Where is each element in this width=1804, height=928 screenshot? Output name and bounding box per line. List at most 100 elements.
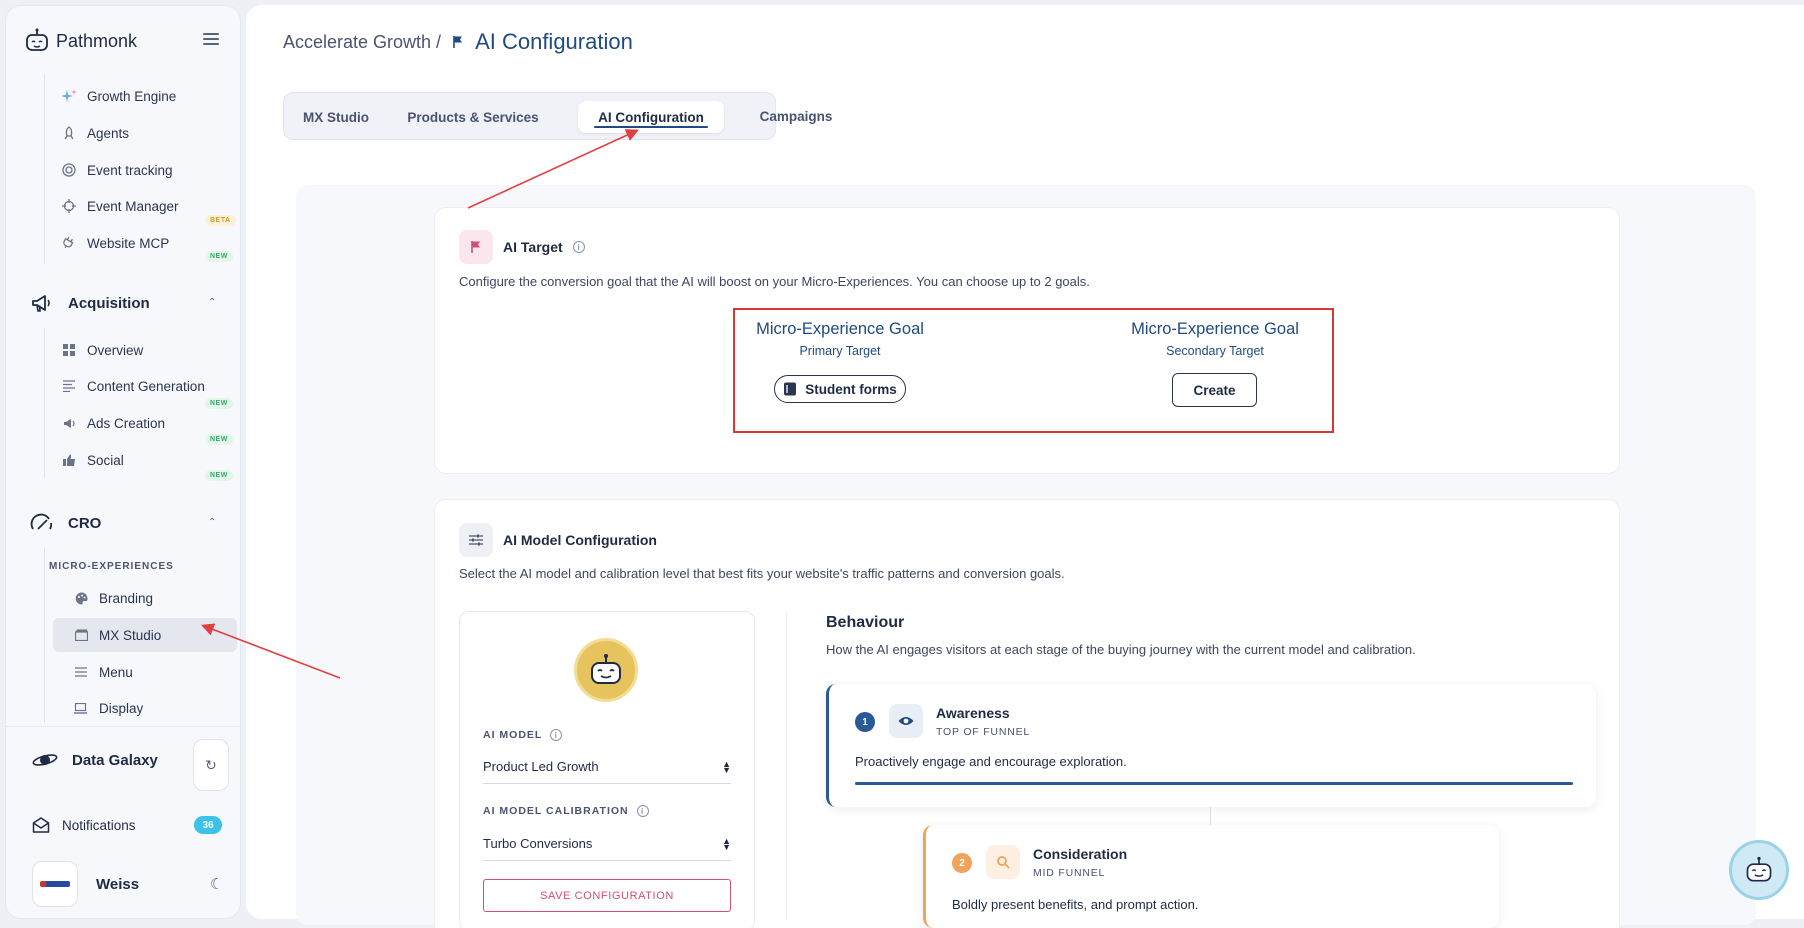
stage-name: Awareness xyxy=(936,705,1010,721)
target-icon xyxy=(61,162,77,178)
sidebar-item-mx-studio[interactable]: MX Studio xyxy=(73,627,161,643)
brand[interactable]: Pathmonk xyxy=(24,28,137,54)
magnifier-icon xyxy=(986,845,1020,879)
sidebar-item-label: Agents xyxy=(87,125,130,141)
stage-consideration[interactable]: 2 Consideration MID FUNNEL Boldly presen… xyxy=(923,825,1499,928)
flag-icon xyxy=(459,230,493,264)
sidebar-item-agents[interactable]: Agents xyxy=(61,125,129,141)
stage-funnel: TOP OF FUNNEL xyxy=(936,726,1031,738)
section-acquisition[interactable]: Acquisition xyxy=(30,291,150,315)
sidebar: Pathmonk Growth Engine Agents Event trac… xyxy=(5,5,241,919)
sidebar-item-website-mcp[interactable]: Website MCP xyxy=(61,235,169,251)
ai-target-title: AI Target i xyxy=(459,230,585,264)
sliders-icon xyxy=(459,523,493,557)
save-configuration-button[interactable]: SAVE CONFIGURATION xyxy=(483,879,731,912)
sidebar-item-label: Content Generation xyxy=(87,378,205,394)
sidebar-item-label: MX Studio xyxy=(99,627,162,643)
goal-subtitle: Secondary Target xyxy=(1166,344,1264,358)
avatar xyxy=(32,861,78,907)
data-galaxy-link[interactable]: Data Galaxy xyxy=(32,750,158,770)
nav-guide-line xyxy=(44,548,45,723)
tab-products-services[interactable]: Products & Services xyxy=(388,101,558,133)
pathmonk-logo-icon xyxy=(26,28,48,51)
crosshair-icon xyxy=(61,198,77,214)
tab-mx-studio[interactable]: MX Studio xyxy=(292,101,380,133)
ai-model-label: AI MODEL i xyxy=(483,729,563,741)
chevron-up-icon[interactable]: ⌃ xyxy=(208,297,218,308)
sort-arrows-icon: ▲ ▼ xyxy=(722,758,731,775)
sidebar-divider xyxy=(6,726,240,727)
sidebar-item-growth-engine[interactable]: Growth Engine xyxy=(61,88,176,104)
ai-model-calibration-select[interactable]: Turbo Conversions ▲ ▼ xyxy=(483,827,731,861)
sidebar-item-label: Event Manager xyxy=(87,198,179,214)
secondary-goal: Micro-Experience Goal Secondary Target xyxy=(1115,320,1315,358)
app-root: Pathmonk Growth Engine Agents Event trac… xyxy=(0,0,1804,928)
stage-awareness[interactable]: 1 Awareness TOP OF FUNNEL Proactively en… xyxy=(826,684,1596,807)
stage-number: 1 xyxy=(855,712,875,732)
ai-model-select[interactable]: Product Led Growth ▲ ▼ xyxy=(483,750,731,784)
sidebar-item-display[interactable]: Display xyxy=(73,700,143,716)
tab-campaigns[interactable]: Campaigns xyxy=(742,100,850,132)
sidebar-item-label: Growth Engine xyxy=(87,88,177,104)
sidebar-item-overview[interactable]: Overview xyxy=(61,342,143,358)
flag-icon xyxy=(453,36,463,48)
select-value: Turbo Conversions xyxy=(483,836,593,851)
info-icon[interactable]: i xyxy=(636,805,649,817)
card-title-text: AI Target xyxy=(503,239,563,255)
hamburger-menu-icon[interactable] xyxy=(203,33,219,45)
rocket-icon xyxy=(61,125,77,141)
brand-name: Pathmonk xyxy=(56,30,138,51)
thumbs-up-icon xyxy=(61,452,77,468)
info-icon[interactable]: i xyxy=(572,241,585,253)
user-profile[interactable]: Weiss xyxy=(32,861,139,907)
section-title: Acquisition xyxy=(68,294,150,312)
refresh-icon[interactable]: ↻ xyxy=(193,739,229,791)
info-icon[interactable]: i xyxy=(550,729,563,741)
sidebar-item-menu[interactable]: Menu xyxy=(73,664,133,680)
tab-bar: MX Studio Products & Services AI Configu… xyxy=(283,92,776,140)
ai-target-description: Configure the conversion goal that the A… xyxy=(459,274,1090,289)
section-title: CRO xyxy=(68,514,102,532)
section-cro[interactable]: CRO xyxy=(30,511,101,535)
stage-name: Consideration xyxy=(1033,846,1128,862)
micro-experiences-label: MICRO-EXPERIENCES xyxy=(49,561,174,572)
notifications-link[interactable]: Notifications xyxy=(32,816,136,834)
goal-title: Micro-Experience Goal xyxy=(1131,320,1299,338)
sidebar-item-social[interactable]: Social xyxy=(61,452,124,468)
card-title-text: AI Model Configuration xyxy=(503,532,657,548)
plug-icon xyxy=(61,235,77,251)
sidebar-item-event-manager[interactable]: Event Manager xyxy=(61,198,179,214)
notifications-label: Notifications xyxy=(62,817,136,833)
student-forms-goal-chip[interactable]: Student forms xyxy=(774,375,906,403)
palette-icon xyxy=(73,590,89,606)
field-label-text: AI MODEL xyxy=(483,729,543,741)
stage-connector xyxy=(1210,807,1211,825)
sidebar-item-label: Menu xyxy=(99,664,133,680)
display-icon xyxy=(73,700,89,716)
chip-label: Student forms xyxy=(805,381,897,397)
chevron-up-icon[interactable]: ⌃ xyxy=(208,517,218,528)
mail-bell-icon xyxy=(32,817,50,833)
menu-lines-icon xyxy=(73,664,89,680)
sidebar-item-content-generation[interactable]: Content Generation xyxy=(61,378,205,394)
gauge-icon xyxy=(30,513,53,530)
moon-icon[interactable]: ☾ xyxy=(210,875,223,893)
sidebar-item-branding[interactable]: Branding xyxy=(73,590,153,606)
sidebar-item-label: Display xyxy=(99,700,144,716)
new-badge: NEW xyxy=(205,251,233,262)
breadcrumb-parent[interactable]: Accelerate Growth / xyxy=(283,32,441,53)
goal-title: Micro-Experience Goal xyxy=(756,320,924,338)
assistant-chat-button[interactable] xyxy=(1729,840,1789,900)
ai-model-calibration-label: AI MODEL CALIBRATION i xyxy=(483,805,649,817)
sidebar-item-label: Event tracking xyxy=(87,162,173,178)
sidebar-item-ads-creation[interactable]: Ads Creation xyxy=(61,415,165,431)
galaxy-icon xyxy=(32,754,58,766)
create-goal-button[interactable]: Create xyxy=(1172,373,1257,407)
tab-ai-configuration[interactable]: AI Configuration xyxy=(578,101,724,133)
sidebar-item-label: Social xyxy=(87,452,124,468)
sparkle-icon xyxy=(61,88,77,104)
ai-model-title: AI Model Configuration xyxy=(459,523,657,557)
sidebar-item-event-tracking[interactable]: Event tracking xyxy=(61,162,173,178)
lines-icon xyxy=(61,378,77,394)
sidebar-item-label: Overview xyxy=(87,342,144,358)
